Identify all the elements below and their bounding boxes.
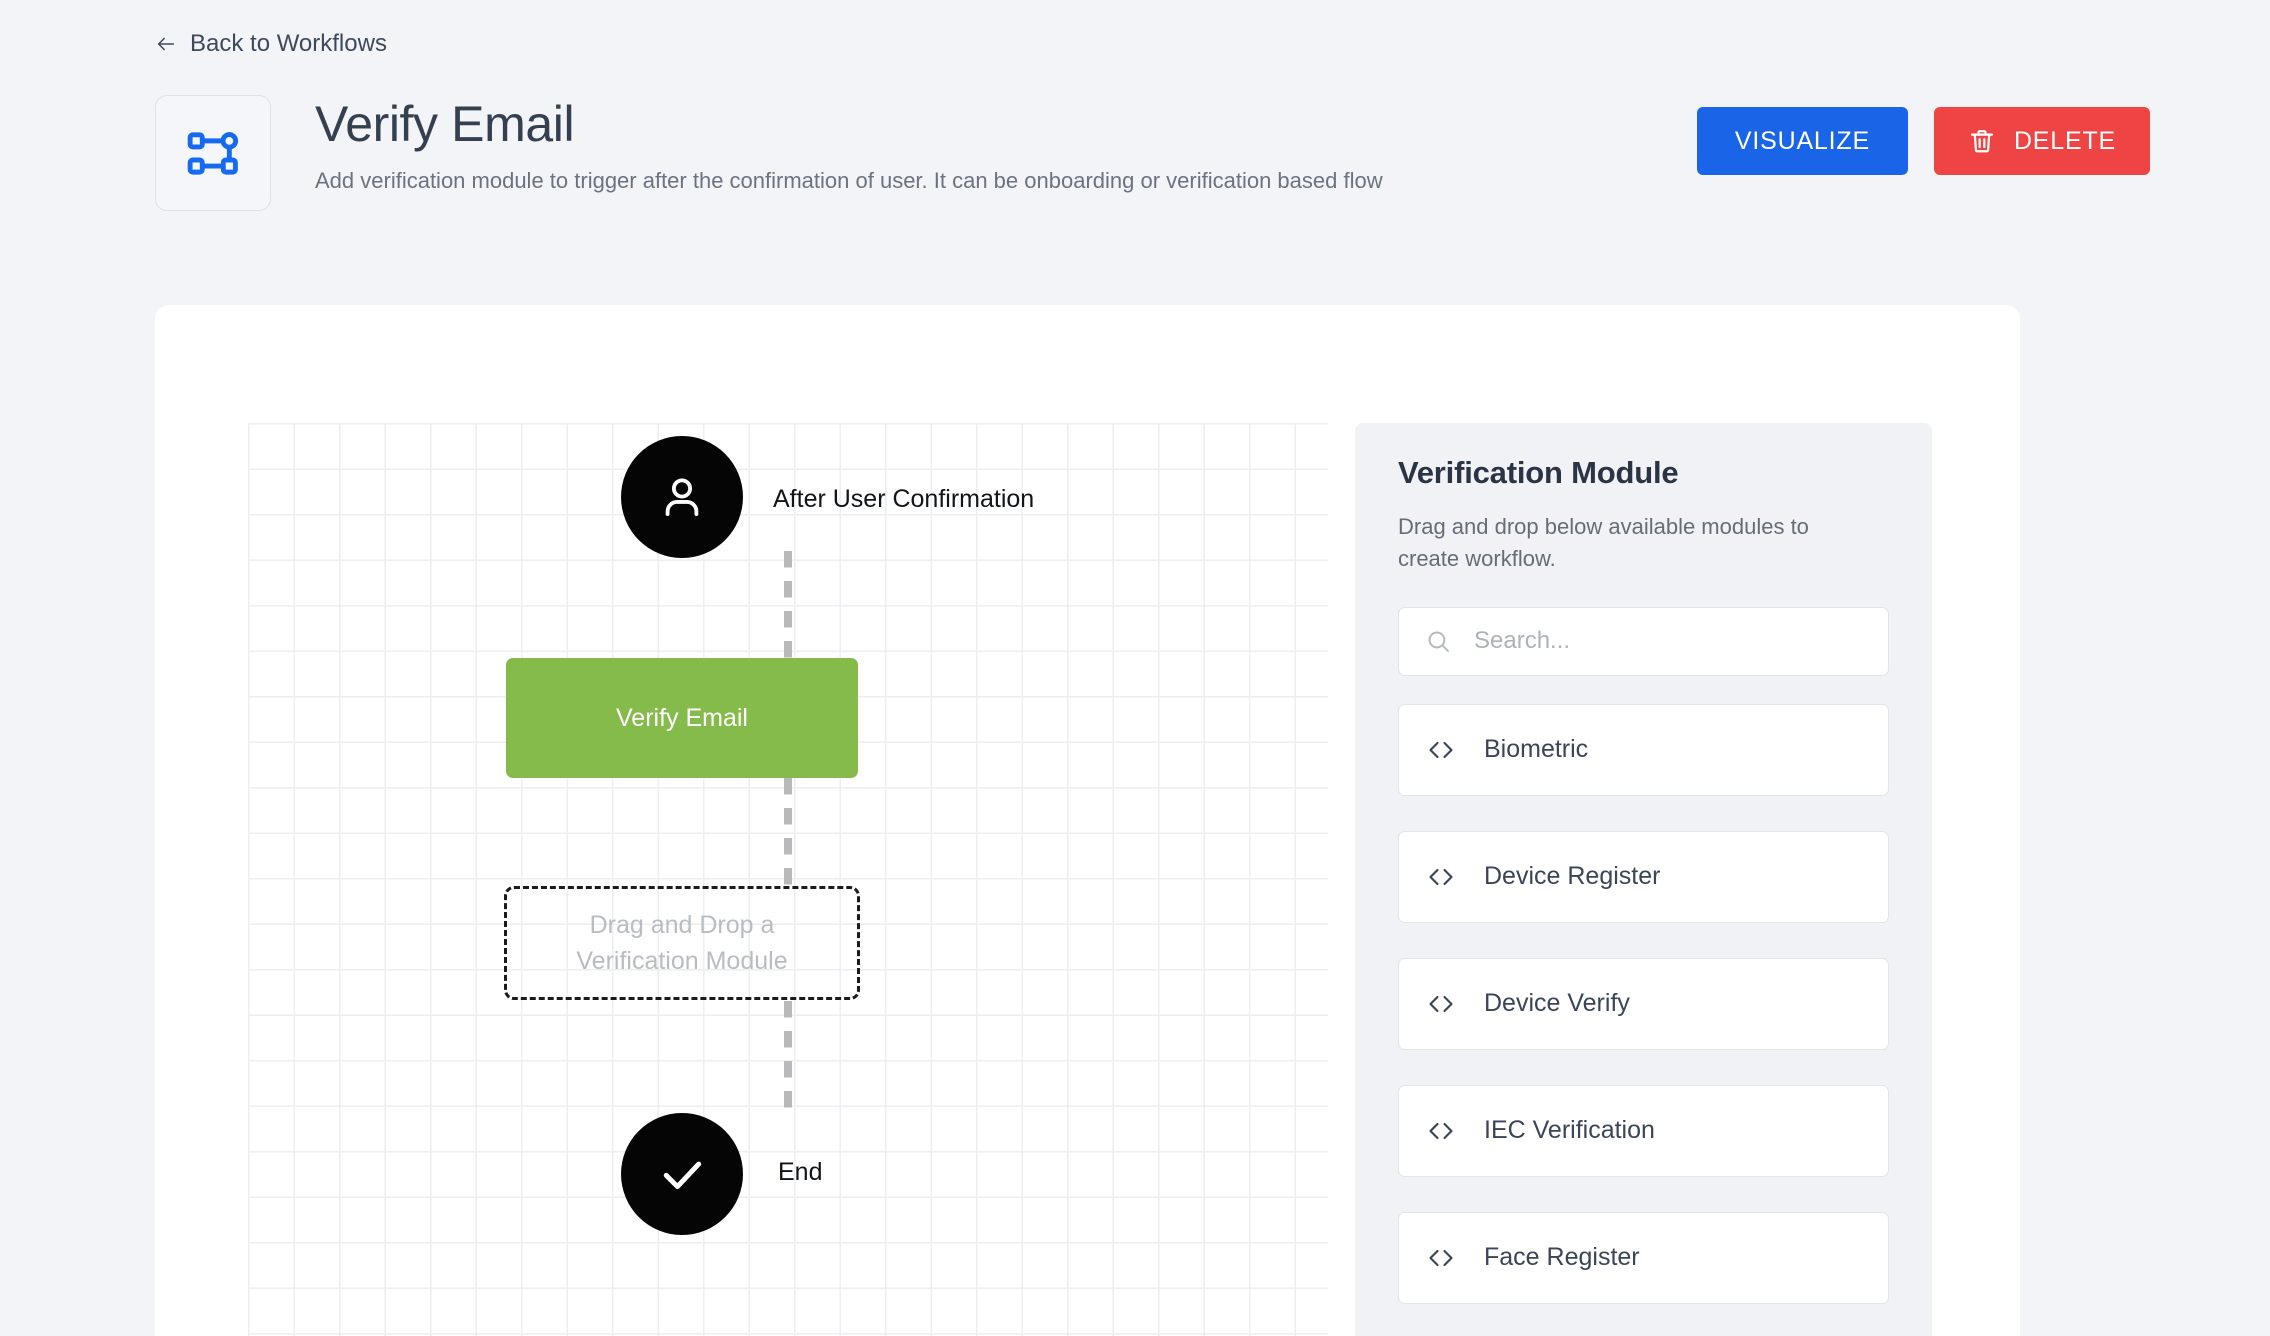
module-search-box[interactable]: [1398, 606, 1889, 676]
module-card-iec-verification[interactable]: IEC Verification: [1398, 1084, 1889, 1177]
verification-module-panel: Verification Module Drag and drop below …: [1355, 423, 1932, 1336]
start-node[interactable]: [621, 436, 743, 558]
delete-button-label: DELETE: [2013, 126, 2116, 155]
back-link-label: Back to Workflows: [190, 30, 387, 57]
header-text-block: Verify Email Add verification module to …: [315, 97, 1383, 196]
module-list: Biometric Device Register Device Verify: [1398, 703, 1889, 1304]
module-node-label: Verify Email: [616, 703, 748, 732]
module-card-label: Face Register: [1484, 1243, 1640, 1272]
code-icon: [1429, 1122, 1453, 1139]
user-icon: [665, 478, 699, 517]
code-icon: [1429, 1249, 1453, 1266]
page-header: Verify Email Add verification module to …: [155, 95, 2150, 215]
module-card-device-register[interactable]: Device Register: [1398, 830, 1889, 923]
module-card-label: Biometric: [1484, 735, 1589, 764]
code-icon: [1429, 995, 1453, 1012]
connector-dropzone-to-end: [784, 1001, 792, 1113]
module-card-biometric[interactable]: Biometric: [1398, 703, 1889, 796]
back-to-workflows-link[interactable]: Back to Workflows: [155, 30, 387, 58]
page-title: Verify Email: [315, 96, 575, 152]
start-node-label: After User Confirmation: [773, 485, 1035, 513]
header-actions: VISUALIZE DELETE: [1696, 107, 2150, 175]
search-icon: [1428, 631, 1449, 652]
workflow-canvas[interactable]: After User Confirmation Verify Email Dra…: [248, 423, 1328, 1336]
trash-icon: [1970, 130, 1993, 153]
workflow-nodes-icon: [187, 132, 239, 175]
visualize-button-label: VISUALIZE: [1734, 126, 1870, 155]
module-dropzone[interactable]: Drag and Drop a Verification Module: [504, 886, 860, 1000]
connector-module-to-dropzone: [784, 778, 792, 888]
module-card-label: IEC Verification: [1484, 1116, 1655, 1145]
module-card-device-verify[interactable]: Device Verify: [1398, 957, 1889, 1050]
delete-button[interactable]: DELETE: [1933, 107, 2150, 175]
arrow-left-icon: [157, 37, 175, 51]
workflow-icon-box: [155, 95, 271, 211]
workflow-editor-page: Back to Workflows Verify Email Add verif…: [0, 0, 2270, 1336]
panel-description: Drag and drop below available modules to…: [1398, 514, 1809, 571]
module-node-verify-email[interactable]: Verify Email: [506, 658, 858, 778]
code-icon: [1429, 868, 1453, 885]
code-icon: [1429, 741, 1453, 758]
page-subtitle: Add verification module to trigger after…: [315, 168, 1383, 193]
visualize-button[interactable]: VISUALIZE: [1696, 107, 1908, 175]
module-card-face-register[interactable]: Face Register: [1398, 1211, 1889, 1304]
module-card-label: Device Verify: [1484, 989, 1630, 1018]
dropzone-placeholder: Drag and Drop a Verification Module: [576, 910, 788, 975]
end-node[interactable]: [621, 1113, 743, 1235]
panel-title: Verification Module: [1398, 455, 1679, 490]
end-node-label: End: [778, 1158, 823, 1186]
check-icon: [663, 1161, 702, 1190]
module-card-label: Device Register: [1484, 862, 1661, 891]
connector-start-to-module: [784, 551, 792, 661]
search-input[interactable]: [1474, 627, 1862, 656]
workflow-card: After User Confirmation Verify Email Dra…: [155, 305, 2020, 1336]
